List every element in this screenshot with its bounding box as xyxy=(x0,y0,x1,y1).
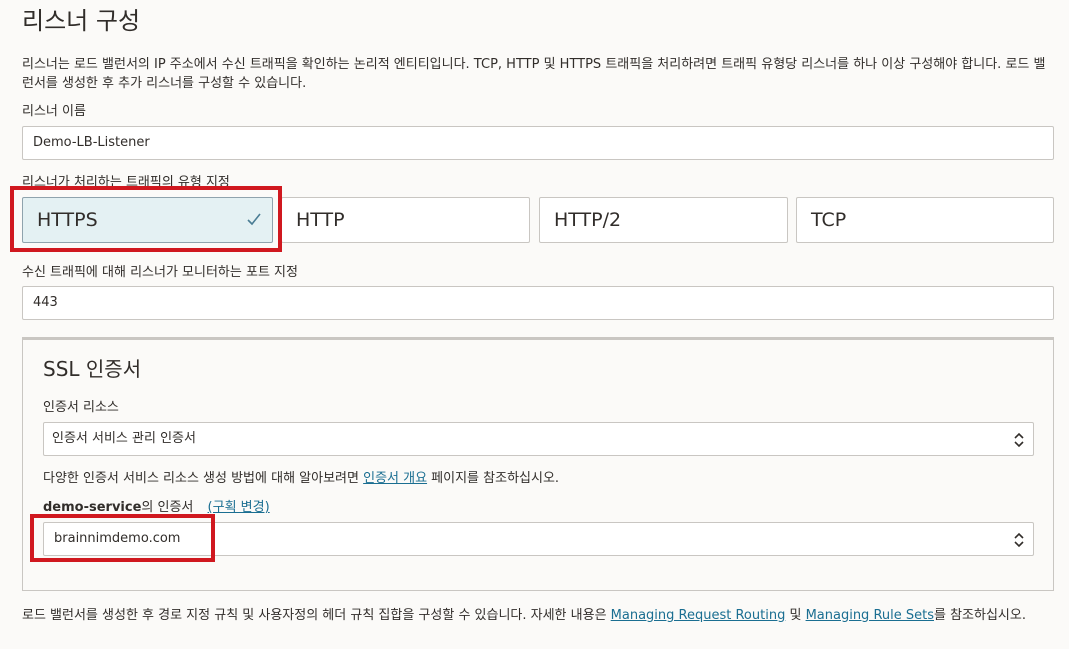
certificate-help-prefix: 다양한 인증서 서비스 리소스 생성 방법에 대해 알아보려면 xyxy=(43,471,364,486)
traffic-type-http2-label: HTTP/2 xyxy=(554,209,622,231)
certificate-resource-value: 인증서 서비스 관리 인증서 xyxy=(52,431,196,446)
footer-text: 로드 밸런서를 생성한 후 경로 지정 규칙 및 사용자정의 헤더 규칙 집합을… xyxy=(22,606,1054,626)
chevron-updown-icon xyxy=(1014,432,1024,448)
change-compartment-link[interactable]: (구획 변경) xyxy=(208,500,270,515)
highlight-box-certificate xyxy=(30,514,215,562)
certificate-overview-link[interactable]: 인증서 개요 xyxy=(363,471,427,486)
chevron-updown-icon xyxy=(1014,532,1024,548)
listener-config-page: 리스너 구성 리스너는 로드 밸런서의 IP 주소에서 수신 트래픽을 확인하는… xyxy=(0,0,1069,649)
traffic-type-http-label: HTTP xyxy=(296,209,345,231)
page-description: 리스너는 로드 밸런서의 IP 주소에서 수신 트래픽을 확인하는 논리적 엔티… xyxy=(22,57,1046,91)
highlight-box-https xyxy=(10,186,282,252)
listener-name-label: 리스너 이름 xyxy=(22,104,86,119)
compartment-name: demo-service xyxy=(43,500,142,515)
managing-request-routing-link[interactable]: Managing Request Routing xyxy=(611,608,786,623)
certificate-help-text: 다양한 인증서 서비스 리소스 생성 방법에 대해 알아보려면 인증서 개요 페… xyxy=(43,470,559,488)
footer-suffix: 를 참조하십시오. xyxy=(934,608,1026,623)
port-input[interactable]: 443 xyxy=(22,286,1054,320)
page-title: 리스너 구성 xyxy=(22,7,141,35)
certificate-help-suffix: 페이지를 참조하십시오. xyxy=(427,471,560,486)
footer-prefix: 로드 밸런서를 생성한 후 경로 지정 규칙 및 사용자정의 헤더 규칙 집합을… xyxy=(22,608,611,623)
listener-name-input[interactable]: Demo-LB-Listener xyxy=(22,126,1054,160)
traffic-type-http2-tile[interactable]: HTTP/2 xyxy=(539,197,788,243)
port-label: 수신 트래픽에 대해 리스너가 모니터하는 포트 지정 xyxy=(22,265,298,280)
certificate-resource-label: 인증서 리소스 xyxy=(43,400,119,415)
footer-middle: 및 xyxy=(785,608,806,623)
compartment-suffix: 의 인증서 xyxy=(141,500,194,515)
ssl-panel-title: SSL 인증서 xyxy=(43,357,142,381)
managing-rule-sets-link[interactable]: Managing Rule Sets xyxy=(806,608,934,623)
traffic-type-tcp-label: TCP xyxy=(811,209,847,231)
traffic-type-tcp-tile[interactable]: TCP xyxy=(796,197,1054,243)
certificate-resource-select[interactable]: 인증서 서비스 관리 인증서 xyxy=(43,422,1034,456)
traffic-type-http-tile[interactable]: HTTP xyxy=(281,197,530,243)
